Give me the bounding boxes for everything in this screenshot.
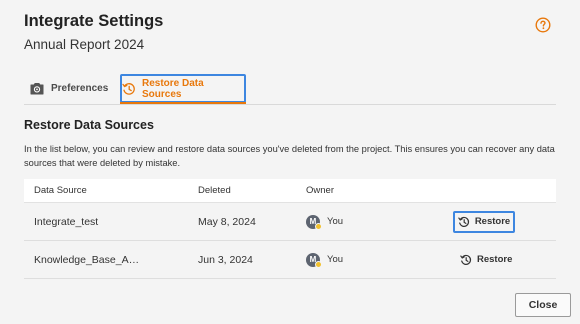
integrate-settings-dialog: Integrate Settings Annual Report 2024 Pr… [0,0,580,324]
data-source-name: Integrate_test [34,215,99,228]
restore-button[interactable]: Restore [454,249,518,271]
owner-name: You [327,216,344,227]
restore-history-icon [460,254,472,266]
tab-preferences[interactable]: Preferences [30,74,116,103]
tab-restore-label: Restore Data Sources [142,77,204,100]
dialog-title: Integrate Settings [24,12,164,30]
preferences-icon [30,82,44,95]
table-row: Integrate_test May 8, 2024 M You Restore [24,203,556,241]
settings-tabs: Preferences Restore Data Sources [24,74,556,105]
status-dot [315,260,322,268]
column-header-owner: Owner [306,185,334,196]
close-button[interactable]: Close [515,293,571,317]
restore-button-label: Restore [474,216,511,227]
avatar: M [306,252,322,268]
table-row: Knowledge_Base_A… Jun 3, 2024 M You Rest… [24,241,556,279]
restore-button[interactable]: Restore [453,210,515,233]
status-dot [315,222,322,230]
restore-cell: Restore [454,249,518,271]
section-title: Restore Data Sources [24,118,154,132]
table-header: Data Source Deleted Owner [24,179,556,203]
owner-cell: M You [306,214,344,230]
section-description: In the list below, you can review and re… [24,144,555,168]
help-icon[interactable] [535,17,551,33]
tab-preferences-label: Preferences [51,83,109,94]
deleted-data-sources-table: Data Source Deleted Owner Integrate_test… [24,179,556,279]
owner-name: You [327,254,344,265]
restore-history-icon [458,216,470,228]
column-header-deleted: Deleted [198,185,231,196]
restore-cell: Restore [453,210,515,233]
deleted-date: Jun 3, 2024 [198,253,253,266]
column-header-data-source: Data Source [34,185,87,196]
data-source-name: Knowledge_Base_A… [34,253,140,266]
owner-cell: M You [306,252,344,268]
avatar: M [306,214,322,230]
dialog-subtitle: Annual Report 2024 [24,37,145,52]
restore-button-label: Restore [477,254,513,265]
tab-restore-data-sources[interactable]: Restore Data Sources [120,74,246,104]
restore-history-icon [122,82,136,96]
deleted-date: May 8, 2024 [198,215,256,228]
